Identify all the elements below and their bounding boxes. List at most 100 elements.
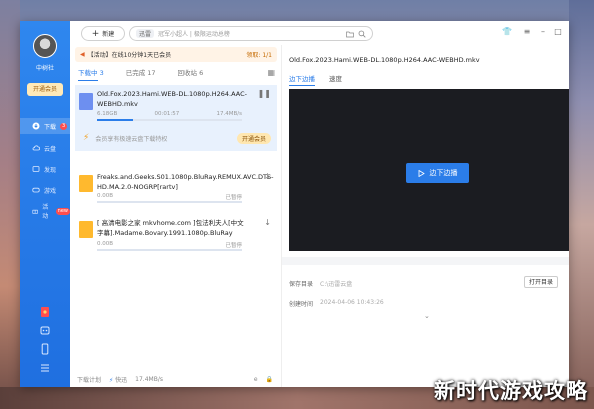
sidebar-item-label: 发现 bbox=[44, 166, 57, 174]
tab-completed[interactable]: 已完成 17 bbox=[126, 67, 156, 81]
lightning-icon: ⚡ bbox=[109, 376, 114, 384]
sidebar-item-games[interactable]: 游戏 bbox=[20, 182, 70, 198]
avatar[interactable] bbox=[33, 34, 57, 58]
top-bar: + 新建 迅雷 冠军小超人 | 极限运动总榜 👕 ≡ – □ × bbox=[70, 21, 569, 45]
file-name: [ 高清电影之家 mkvhome.com ]包法利夫人[中文字幕].Madame… bbox=[97, 219, 244, 237]
new-badge: new bbox=[55, 207, 70, 215]
watermark: 新时代游戏攻略 bbox=[434, 379, 588, 403]
save-dir-label: 保存目录 bbox=[289, 281, 314, 288]
folder-file-icon bbox=[79, 221, 93, 238]
list-item[interactable]: Freaks.and.Geeks.S01.1080p.BluRay.REMUX.… bbox=[75, 169, 277, 207]
speed-hint-row: ⚡ 会员享有极速云盘下载特权 开通会员 bbox=[75, 129, 277, 147]
progress-bar bbox=[97, 249, 242, 251]
video-player[interactable]: 边下边播 bbox=[289, 89, 569, 251]
file-name: Old.Fox.2023.Hami.WEB-DL.1080p.H264.AAC-… bbox=[97, 90, 247, 108]
lock-icon[interactable]: 🔒 bbox=[266, 376, 273, 383]
search-source-tag[interactable]: 迅雷 bbox=[136, 29, 155, 38]
play-while-download-button[interactable]: 边下边播 bbox=[406, 163, 469, 183]
total-speed: 17.4MB/s bbox=[135, 375, 163, 383]
gamepad-icon bbox=[32, 187, 40, 193]
detail-panel: Old.Fox.2023.Hami.WEB-DL.1080p.H264.AAC-… bbox=[282, 45, 569, 387]
search-icon[interactable] bbox=[358, 30, 366, 38]
speed-vip-button[interactable]: 开通会员 bbox=[236, 132, 271, 144]
divider bbox=[282, 257, 569, 265]
download-tabs: 下载中 3 已完成 17 回收站 6 ▦ bbox=[75, 67, 277, 81]
created-time-label: 创建时间 bbox=[289, 301, 314, 308]
progress-fill bbox=[97, 119, 134, 121]
tab-downloading[interactable]: 下载中 3 bbox=[78, 67, 104, 81]
open-directory-button[interactable]: 打开目录 bbox=[524, 276, 558, 288]
save-dir-value: C:\迅雷云盘 bbox=[320, 281, 353, 288]
file-size: 0.00B bbox=[97, 241, 114, 247]
sidebar-item-discover[interactable]: 发现 bbox=[20, 161, 70, 177]
shirt-icon[interactable]: 👕 bbox=[502, 27, 512, 37]
open-vip-button[interactable]: 开通会员 bbox=[27, 83, 63, 96]
speed-hint-text: 会员享有极速云盘下载特权 bbox=[95, 135, 168, 143]
lightning-icon: ⚡ bbox=[83, 133, 90, 143]
list-item[interactable]: [ 高清电影之家 mkvhome.com ]包法利夫人[中文字幕].Madame… bbox=[75, 215, 277, 255]
sidebar-item-label: 游戏 bbox=[44, 187, 57, 195]
file-size: 6.18GB bbox=[97, 111, 118, 117]
progress-bar bbox=[97, 119, 242, 121]
detail-title: Old.Fox.2023.Hami.WEB-DL.1080p.H264.AAC-… bbox=[289, 56, 480, 64]
sidebar-item-label: 活动 bbox=[42, 204, 49, 220]
tab-recycle-bin[interactable]: 回收站 6 bbox=[178, 67, 204, 81]
discover-icon bbox=[32, 166, 40, 172]
collect-link[interactable]: 领取: 1/1 bbox=[246, 50, 272, 59]
fast-mode-label[interactable]: ⚡ 快迅 bbox=[109, 375, 127, 384]
tab-speed[interactable]: 速度 bbox=[329, 73, 342, 86]
menu-icon[interactable]: ≡ bbox=[522, 27, 532, 37]
background-left bbox=[0, 0, 20, 409]
download-icon bbox=[32, 122, 40, 130]
file-size: 0.00B bbox=[97, 193, 114, 199]
gift-icon bbox=[32, 209, 38, 214]
download-list-panel: ◀ 【活动】在线10分钟1天已会员 领取: 1/1 下载中 3 已完成 17 回… bbox=[70, 45, 282, 387]
search-input[interactable]: 冠军小超人 | 极限运动总榜 bbox=[158, 29, 342, 38]
detail-tabs: 边下边播 速度 bbox=[289, 73, 342, 86]
download-speed: 17.4MB/s bbox=[216, 111, 242, 117]
active-tab-indicator bbox=[78, 80, 98, 81]
play-icon bbox=[418, 169, 425, 177]
video-file-icon bbox=[79, 93, 93, 110]
sidebar-item-label: 下载 bbox=[44, 123, 57, 131]
cloud-icon bbox=[32, 145, 40, 151]
grid-view-icon[interactable]: ▦ bbox=[267, 68, 275, 77]
item-meta: 0.00B 已暂停 bbox=[97, 193, 242, 201]
app-window: 中树社 开通会员 下载 3 云盘 发现 游戏 活动 new + 新建 迅雷 冠军… bbox=[20, 21, 569, 387]
plus-icon: + bbox=[91, 28, 100, 39]
item-meta: 0.00B 已暂停 bbox=[97, 241, 242, 249]
minimize-icon[interactable]: – bbox=[538, 27, 548, 37]
speaker-icon: ◀ bbox=[80, 51, 85, 58]
activity-notice[interactable]: ◀ 【活动】在线10分钟1天已会员 领取: 1/1 bbox=[75, 47, 277, 62]
phone-icon[interactable] bbox=[39, 343, 51, 355]
maximize-icon[interactable]: □ bbox=[553, 27, 563, 37]
sidebar-item-label: 云盘 bbox=[44, 145, 57, 153]
progress-bar bbox=[97, 201, 242, 203]
download-plan-link[interactable]: 下载计划 bbox=[77, 375, 101, 384]
new-task-button[interactable]: + 新建 bbox=[81, 26, 125, 41]
background-right bbox=[569, 0, 594, 409]
new-task-label: 新建 bbox=[102, 31, 115, 38]
hamburger-icon[interactable] bbox=[39, 362, 51, 374]
pause-icon[interactable]: ❚❚ bbox=[258, 89, 271, 98]
tab-play-while-download[interactable]: 边下边播 bbox=[289, 73, 315, 86]
play-button-label: 边下边播 bbox=[429, 169, 458, 177]
folder-file-icon bbox=[79, 175, 93, 192]
resume-download-icon[interactable]: ↓ bbox=[264, 172, 271, 181]
sidebar-item-events[interactable]: 活动 new bbox=[20, 203, 70, 220]
chevron-down-icon[interactable]: ⌄ bbox=[424, 312, 430, 320]
folder-icon[interactable] bbox=[346, 30, 354, 38]
username: 中树社 bbox=[35, 65, 54, 72]
search-bar[interactable]: 迅雷 冠军小超人 | 极限运动总榜 bbox=[129, 26, 373, 41]
resume-download-icon[interactable]: ↓ bbox=[264, 218, 271, 227]
sidebar-item-cloud[interactable]: 云盘 bbox=[20, 140, 70, 156]
list-footer: 下载计划 ⚡ 快迅 17.4MB/s e 🔒 bbox=[75, 373, 277, 385]
download-count-badge: 3 bbox=[60, 122, 68, 130]
robot-icon[interactable] bbox=[39, 324, 51, 336]
red-envelope-icon[interactable] bbox=[39, 306, 51, 318]
notice-text: 【活动】在线10分钟1天已会员 bbox=[87, 52, 172, 59]
sidebar: 中树社 开通会员 下载 3 云盘 发现 游戏 活动 new bbox=[20, 21, 70, 387]
item-meta: 6.18GB 00:01:57 17.4MB/s bbox=[97, 111, 242, 117]
sidebar-item-download[interactable]: 下载 3 bbox=[20, 118, 70, 134]
ie-icon[interactable]: e bbox=[254, 376, 258, 383]
